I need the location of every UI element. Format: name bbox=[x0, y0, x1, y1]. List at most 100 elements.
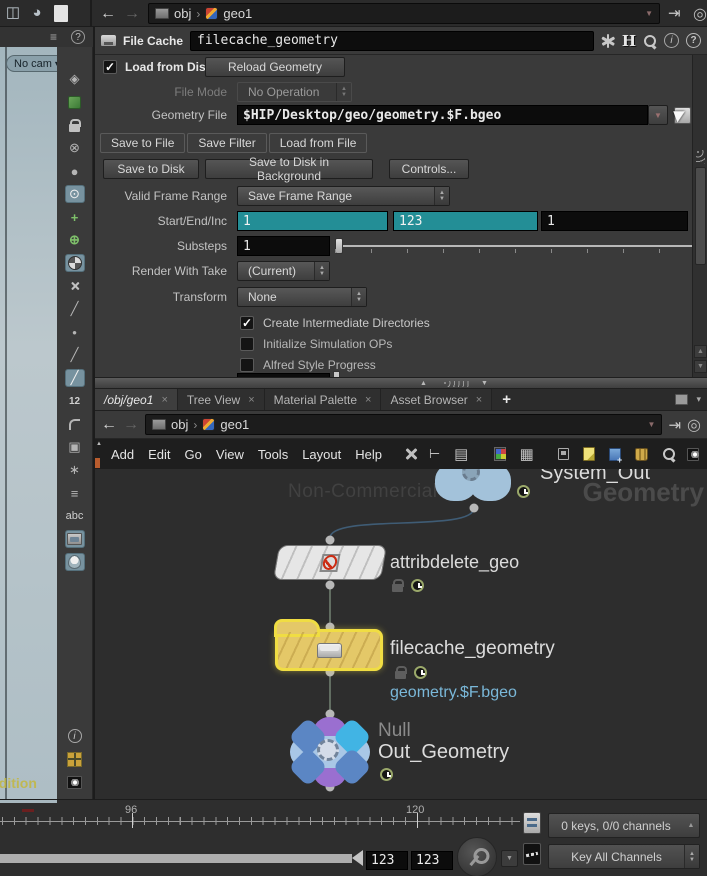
tree-icon[interactable]: ⊢ bbox=[429, 446, 440, 462]
net-back-icon[interactable]: ← bbox=[101, 416, 117, 434]
dot-icon[interactable]: • bbox=[66, 324, 84, 340]
scroll-down-button[interactable]: ▼ bbox=[694, 360, 707, 373]
tab-asset-browser[interactable]: Asset Browser × bbox=[381, 389, 492, 410]
network-breadcrumb[interactable]: obj › geo1 ▼ bbox=[145, 414, 662, 435]
tab-tree-view[interactable]: Tree View × bbox=[178, 389, 265, 410]
menu-go[interactable]: Go bbox=[185, 447, 202, 462]
help-icon[interactable]: ? bbox=[686, 33, 701, 48]
snapshot-icon[interactable] bbox=[66, 94, 84, 110]
new-tab-button[interactable]: + bbox=[492, 389, 521, 410]
render-with-take-dropdown[interactable]: (Current) ▲▼ bbox=[237, 261, 330, 281]
start-frame-input[interactable] bbox=[237, 211, 388, 231]
slider-handle[interactable] bbox=[335, 238, 343, 254]
initialize-simulation-ops-checkbox[interactable] bbox=[240, 337, 254, 351]
valid-frame-range-dropdown[interactable]: Save Frame Range ▲▼ bbox=[237, 186, 450, 206]
net-forward-icon[interactable]: → bbox=[123, 416, 139, 434]
link-target-icon[interactable]: ◎ bbox=[693, 4, 707, 24]
set-key-button[interactable] bbox=[457, 837, 497, 876]
page-icon[interactable] bbox=[54, 5, 68, 22]
node-label-system-out[interactable]: System_Out bbox=[540, 469, 650, 485]
add-camera-icon[interactable]: ⊕ bbox=[66, 232, 84, 248]
forward-arrow-icon[interactable]: → bbox=[124, 5, 140, 23]
tab-obj-geo1[interactable]: /obj/geo1 × bbox=[95, 389, 178, 410]
geometry-file-input[interactable] bbox=[237, 105, 648, 125]
find-icon[interactable] bbox=[662, 447, 673, 461]
key-mode-dropdown[interactable]: Key All Channels ▲▼ bbox=[548, 844, 700, 869]
reload-geometry-button[interactable]: Reload Geometry bbox=[205, 57, 345, 77]
pane-splitter[interactable]: ▲ ▼ bbox=[95, 377, 707, 389]
pin-icon[interactable]: ⇥ bbox=[668, 4, 681, 22]
pen-icon[interactable]: ╱ bbox=[66, 370, 84, 386]
save-to-disk-background-button[interactable]: Save to Disk in Background bbox=[205, 159, 373, 179]
bbox-icon[interactable]: ▣ bbox=[66, 439, 84, 455]
node-out-geometry[interactable] bbox=[288, 717, 372, 787]
menu-tools[interactable]: Tools bbox=[258, 447, 288, 462]
create-intermediate-dirs-checkbox[interactable]: ✓ bbox=[240, 316, 254, 330]
keys-info-bar[interactable]: 0 keys, 0/0 channels ▲ bbox=[548, 813, 700, 838]
node-label-out-geometry[interactable]: Out_Geometry bbox=[378, 741, 509, 764]
pin-icon[interactable]: ⇥ bbox=[668, 416, 681, 434]
bundle-icon[interactable] bbox=[635, 448, 648, 461]
brush-size-icon[interactable]: 12 bbox=[66, 393, 84, 409]
path-dropdown-icon[interactable]: ▼ bbox=[645, 9, 653, 18]
equalize-icon[interactable]: ≡ bbox=[66, 485, 84, 501]
curve-icon[interactable] bbox=[66, 416, 84, 432]
knife-icon[interactable]: ╱ bbox=[66, 301, 84, 317]
splitter-down-icon[interactable]: ▼ bbox=[481, 380, 488, 387]
transform-dropdown[interactable]: None ▲▼ bbox=[237, 287, 367, 307]
frame-display-input[interactable] bbox=[411, 851, 453, 870]
end-frame-input[interactable] bbox=[393, 211, 538, 231]
viewport-edge[interactable]: No cam ▾ ial Edition bbox=[0, 47, 57, 800]
back-arrow-icon[interactable]: ← bbox=[100, 5, 116, 23]
scrollbar-thumb[interactable] bbox=[695, 167, 706, 265]
quadview-icon[interactable] bbox=[66, 751, 84, 767]
location-pin-icon[interactable] bbox=[66, 554, 84, 570]
parameter-scrollbar[interactable]: ▲ ▼ bbox=[692, 55, 707, 377]
save-filter-button[interactable]: Save Filter bbox=[187, 133, 266, 153]
key-options-dropdown[interactable]: ▼ bbox=[501, 850, 518, 867]
list-icon[interactable]: ▤ bbox=[454, 445, 468, 463]
alfred-style-progress-checkbox[interactable] bbox=[240, 358, 254, 372]
node-label-attribdelete[interactable]: attribdelete_geo bbox=[390, 552, 519, 573]
node-filecache[interactable] bbox=[278, 632, 380, 668]
splitter-grip[interactable] bbox=[443, 381, 469, 387]
current-frame-input[interactable] bbox=[366, 851, 408, 870]
range-handle-icon[interactable] bbox=[352, 850, 363, 866]
help-icon[interactable]: ? bbox=[71, 30, 85, 44]
add-image-icon[interactable] bbox=[609, 448, 621, 461]
load-from-file-button[interactable]: Load from File bbox=[269, 133, 368, 153]
tab-material-palette[interactable]: Material Palette × bbox=[265, 389, 382, 410]
visibility-icon[interactable] bbox=[687, 448, 699, 461]
tab-close-icon[interactable]: × bbox=[248, 394, 254, 406]
chalk-icon[interactable]: ╱ bbox=[66, 347, 84, 363]
file-menu-dropdown[interactable]: ▼ bbox=[648, 105, 668, 125]
node-name-input[interactable] bbox=[190, 31, 594, 51]
breadcrumb-current[interactable]: geo1 bbox=[223, 6, 640, 21]
tab-close-icon[interactable]: × bbox=[161, 394, 167, 406]
scissors-icon[interactable] bbox=[66, 278, 84, 294]
lightbulb-icon[interactable]: ⊙ bbox=[66, 186, 84, 202]
splitter-up-icon[interactable]: ▲ bbox=[420, 380, 427, 387]
sticky-note-icon[interactable] bbox=[583, 447, 595, 461]
menu-help[interactable]: Help bbox=[355, 447, 382, 462]
sphere-tool-icon[interactable]: ◕ bbox=[28, 4, 46, 20]
search-icon[interactable] bbox=[643, 34, 657, 48]
sphere-icon[interactable]: ● bbox=[66, 163, 84, 179]
load-from-disk-checkbox[interactable]: ✓ bbox=[103, 60, 117, 74]
net-breadcrumb-current[interactable]: geo1 bbox=[220, 417, 642, 432]
color-palette-icon[interactable] bbox=[494, 447, 505, 461]
network-editor[interactable]: Non-Commercial Edition Geometry System_O… bbox=[95, 469, 707, 799]
pane-grip[interactable] bbox=[696, 150, 705, 164]
save-to-disk-button[interactable]: Save to Disk bbox=[103, 159, 199, 179]
link-target-icon[interactable]: ◎ bbox=[687, 415, 701, 435]
add-light-icon[interactable]: + bbox=[66, 209, 84, 225]
menu-add[interactable]: Add bbox=[111, 447, 134, 462]
path-dropdown-icon[interactable]: ▼ bbox=[648, 420, 656, 429]
abc-text-icon[interactable]: abc bbox=[66, 508, 84, 524]
keyframe-options-icon[interactable] bbox=[523, 812, 541, 834]
file-mode-dropdown[interactable]: No Operation ▲▼ bbox=[237, 82, 352, 102]
pane-maximize-icon[interactable] bbox=[675, 394, 688, 405]
breadcrumb-parent[interactable]: obj bbox=[174, 6, 191, 21]
save-to-file-button[interactable]: Save to File bbox=[100, 133, 185, 153]
scroll-up-button[interactable]: ▲ bbox=[694, 345, 707, 358]
